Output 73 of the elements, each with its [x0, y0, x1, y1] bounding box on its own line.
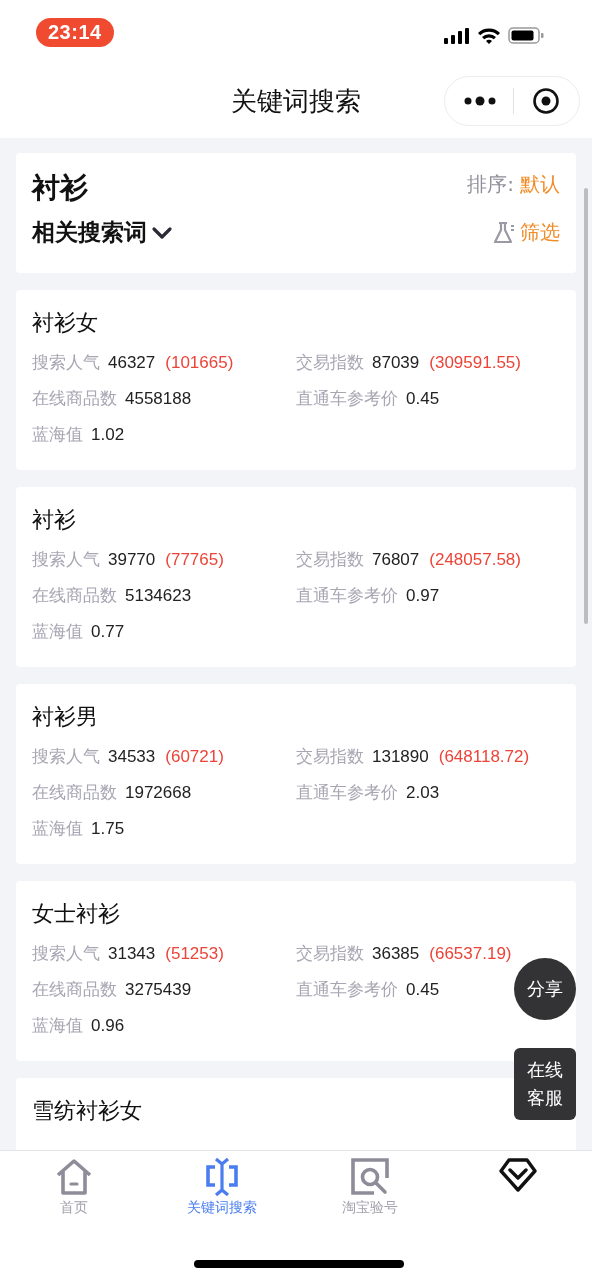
stat-label: 交易指数: [296, 548, 364, 571]
stat-value: 0.97: [406, 585, 440, 607]
stat-label: 搜索人气: [32, 942, 100, 965]
stat-label: 蓝海值: [32, 1014, 83, 1037]
more-icon[interactable]: [463, 96, 496, 106]
stat-value: 1.75: [91, 818, 125, 840]
stat-extra: (77765): [165, 549, 224, 571]
stat-label: 蓝海值: [32, 620, 83, 643]
stat-value: 87039: [372, 352, 420, 374]
tab-item[interactable]: 关键词搜索: [148, 1157, 296, 1217]
stat-extra: (248057.58): [429, 549, 521, 571]
battery-icon: [508, 27, 544, 44]
stat-label: 搜索人气: [32, 548, 100, 571]
stat-value: 46327: [108, 352, 156, 374]
result-card[interactable]: 衬衫男 搜索人气 34533 (60721) 交易指数 131890 (648118.72) 在线商品数 1972668 直通车参考价 2.03 蓝海值 1.75: [16, 684, 576, 864]
stat-label: 交易指数: [296, 942, 364, 965]
result-keyword: 衬衫男: [32, 703, 98, 731]
stat-extra: (101665): [165, 352, 234, 374]
stat-label: 直通车参考价: [296, 584, 398, 607]
result-keyword: 雪纺衬衫女: [32, 1097, 142, 1125]
stat-value: 31343: [108, 943, 156, 965]
stat-label: 直通车参考价: [296, 781, 398, 804]
stat-value: 5134623: [125, 585, 192, 607]
flask-icon[interactable]: [492, 220, 516, 245]
stat-extra: (51253): [165, 943, 224, 965]
signal-icon: [444, 27, 470, 44]
sort-label: 排序:: [467, 171, 514, 198]
stat-label: 在线商品数: [32, 387, 117, 410]
chevron-down-icon[interactable]: [151, 225, 173, 240]
stat-value: 4558188: [125, 388, 192, 410]
stat-value: 76807: [372, 549, 420, 571]
status-time: 23:14: [36, 18, 114, 47]
stat-label: 搜索人气: [32, 351, 100, 374]
stat-label: 直通车参考价: [296, 978, 398, 1001]
customer-service-button[interactable]: 在线客服: [514, 1048, 576, 1120]
page-title: 关键词搜索: [231, 85, 361, 118]
stat-extra: (60721): [165, 746, 224, 768]
stat-value: 0.77: [91, 621, 125, 643]
stat-value: 1972668: [125, 782, 192, 804]
stat-value: 36385: [372, 943, 420, 965]
result-keyword: 衬衫女: [32, 309, 98, 337]
wifi-icon: [477, 27, 501, 44]
close-icon[interactable]: [532, 87, 561, 115]
result-card[interactable]: 衬衫 搜索人气 39770 (77765) 交易指数 76807 (248057.58) 在线商品数 5134623 直通车参考价 0.97 蓝海值 0.77: [16, 487, 576, 667]
stat-label: 蓝海值: [32, 423, 83, 446]
stat-extra: (648118.72): [438, 746, 530, 768]
stat-label: 蓝海值: [32, 817, 83, 840]
stat-value: 0.45: [406, 979, 440, 1001]
stat-label: 交易指数: [296, 351, 364, 374]
stat-label: 交易指数: [296, 745, 364, 768]
stat-value: 131890: [372, 746, 429, 768]
stat-extra: (66537.19): [429, 943, 512, 965]
home-icon: [54, 1157, 94, 1197]
stat-label: 在线商品数: [32, 584, 117, 607]
stat-value: 1.02: [91, 424, 125, 446]
stat-label: 直通车参考价: [296, 387, 398, 410]
stat-value: 0.96: [91, 1015, 125, 1037]
result-keyword: 女士衬衫: [32, 900, 120, 928]
related-terms-toggle[interactable]: 相关搜索词: [32, 217, 147, 248]
stat-extra: (309591.55): [429, 352, 521, 374]
stat-value: 3275439: [125, 979, 192, 1001]
stat-value: 2.03: [406, 782, 440, 804]
diamond-icon: [499, 1157, 537, 1193]
result-card[interactable]: 衬衫女 搜索人气 46327 (101665) 交易指数 87039 (309591.55) 在线商品数 4558188 直通车参考价 0.45 蓝海值 1.02: [16, 290, 576, 470]
stat-value: 39770: [108, 549, 156, 571]
result-keyword: 衬衫: [32, 506, 76, 534]
stat-label: 搜索人气: [32, 745, 100, 768]
stat-value: 0.45: [406, 388, 440, 410]
search-icon: [350, 1157, 390, 1197]
stat-label: 在线商品数: [32, 781, 117, 804]
stat-value: 34533: [108, 746, 156, 768]
stat-label: 在线商品数: [32, 978, 117, 1001]
keyword-title: 衬衫: [32, 170, 88, 206]
